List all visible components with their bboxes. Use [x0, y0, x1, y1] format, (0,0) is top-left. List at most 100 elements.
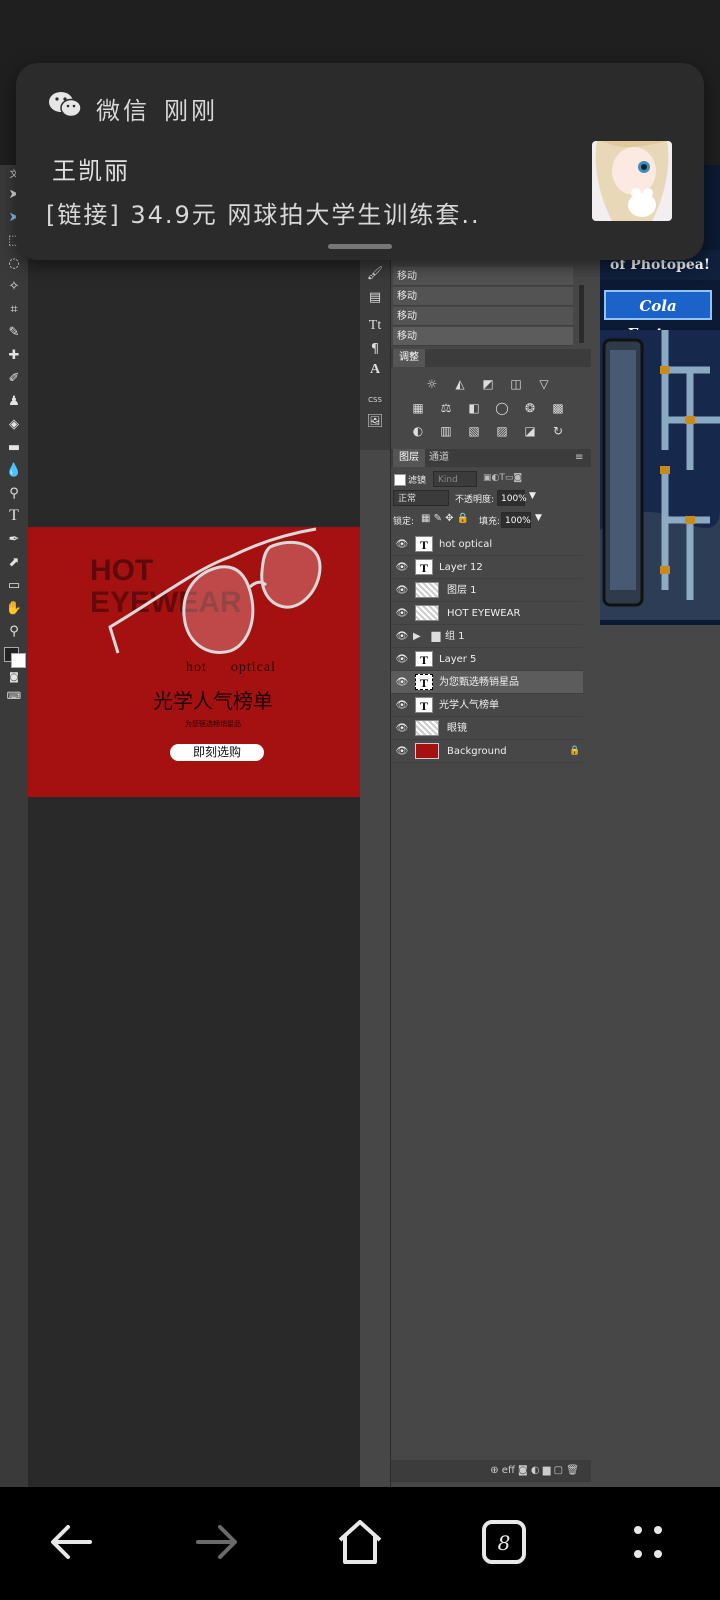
channel-mixer-icon[interactable]: ❂ — [523, 401, 537, 415]
hot-optical-text: hot optical — [186, 660, 300, 676]
layer-row[interactable]: 👁 Background 🔒 — [391, 740, 583, 763]
history-item[interactable]: 移动 — [393, 327, 573, 346]
layer-row[interactable]: 👁 T Layer 12 — [391, 556, 583, 579]
history-panel-icon[interactable]: ▤ — [365, 288, 385, 308]
blur-tool-icon[interactable]: 💧 — [4, 461, 24, 481]
wechat-notification[interactable]: 微信 刚刚 王凯丽 [链接] 34.9元 网球拍大学生训练套.. — [16, 63, 704, 260]
tagline-text: 为您甄选畅销星品 — [185, 720, 241, 728]
gradient-map-icon[interactable]: ▨ — [495, 424, 509, 438]
pen-tool-icon[interactable]: ✒ — [4, 530, 24, 550]
layer-row-selected[interactable]: 👁 T 为您甄选畅销星品 — [391, 671, 583, 694]
dodge-tool-icon[interactable]: ⚲ — [4, 484, 24, 504]
eraser-tool-icon[interactable]: ◈ — [4, 415, 24, 435]
posterize-icon[interactable]: ▥ — [439, 424, 453, 438]
history-item[interactable]: 移动 — [393, 287, 573, 306]
shape-tool-icon[interactable]: ▭ — [4, 576, 24, 596]
image-panel-icon[interactable]: 🖼 — [365, 412, 385, 432]
canvas-area[interactable]: HOT EYEWEAR hot optical 光学人气榜单 为您甄选畅销星品 即… — [28, 165, 360, 1487]
black-white-icon[interactable]: ◧ — [467, 401, 481, 415]
brush-settings-icon[interactable]: 🖌 — [365, 264, 385, 284]
history-scrollbar[interactable] — [579, 285, 584, 343]
opacity-dropdown-icon[interactable]: ▼ — [529, 491, 536, 501]
css-panel-icon[interactable]: CSS — [365, 390, 385, 410]
type-tool-icon[interactable]: T — [4, 507, 24, 527]
layer-row[interactable]: 👁 T 光学人气榜单 — [391, 694, 583, 717]
shop-now-button[interactable]: 即刻选购 — [170, 744, 264, 761]
visibility-eye-icon[interactable]: 👁 — [395, 579, 409, 602]
tab-adjustments[interactable]: 调整 — [393, 349, 425, 367]
path-select-icon[interactable]: ⬈ — [4, 553, 24, 573]
tab-channels[interactable]: 通道 — [423, 449, 455, 467]
visibility-eye-icon[interactable]: 👁 — [395, 671, 409, 694]
keyboard-icon[interactable]: ⌨ — [4, 687, 24, 707]
panel-menu-icon[interactable]: ≡ — [569, 449, 589, 467]
layer-row[interactable]: 👁 T hot optical — [391, 533, 583, 556]
layers-footer-toolbar[interactable]: ⊕ eff ◙ ◐ ▆ ▢ 🗑 — [391, 1460, 591, 1482]
curves-icon[interactable]: ◩ — [481, 377, 495, 391]
folder-icon: ▆ — [431, 630, 441, 642]
visibility-eye-icon[interactable]: 👁 — [395, 648, 409, 671]
filter-kind-select[interactable]: Kind — [433, 471, 477, 487]
visibility-eye-icon[interactable]: 👁 — [395, 717, 409, 740]
filter-type-icons[interactable]: ▣◐T▭◙ — [483, 473, 522, 483]
layer-row[interactable]: 👁 眼镜 — [391, 717, 583, 740]
hand-tool-icon[interactable]: ✋ — [4, 599, 24, 619]
expand-arrow-icon[interactable]: ▶ — [413, 625, 421, 648]
opacity-input[interactable]: 100% — [497, 490, 527, 506]
lock-icon: 🔒 — [569, 746, 581, 756]
lock-options-icons[interactable]: ▦ ✎ ✥ 🔒 — [421, 513, 469, 524]
visibility-eye-icon[interactable]: 👁 — [395, 740, 409, 763]
eyedropper-icon[interactable]: ✎ — [4, 323, 24, 343]
fill-dropdown-icon[interactable]: ▼ — [535, 513, 542, 523]
paragraph-panel-icon[interactable]: ¶ — [365, 340, 385, 360]
exposure-icon[interactable]: ◫ — [509, 377, 523, 391]
document-canvas[interactable]: HOT EYEWEAR hot optical 光学人气榜单 为您甄选畅销星品 即… — [28, 527, 360, 797]
lasso-tool-icon[interactable]: ◌ — [4, 254, 24, 274]
visibility-eye-icon[interactable]: 👁 — [395, 602, 409, 625]
visibility-eye-icon[interactable]: 👁 — [395, 625, 409, 648]
quick-mask-icon[interactable]: ◙ — [4, 668, 24, 688]
fill-input[interactable]: 100% — [501, 512, 531, 528]
glyph-panel-icon[interactable]: A — [365, 362, 385, 382]
layer-row[interactable]: 👁 HOT EYEWEAR — [391, 602, 583, 625]
history-item[interactable]: 移动 — [393, 267, 573, 286]
color-lookup-icon[interactable]: ▩ — [551, 401, 565, 415]
brightness-icon[interactable]: ☼ — [425, 377, 439, 391]
blend-mode-select[interactable]: 正常 — [393, 490, 449, 506]
layer-row[interactable]: 👁 图层 1 — [391, 579, 583, 602]
background-color-swatch[interactable] — [11, 653, 26, 668]
levels-icon[interactable]: ◭ — [453, 377, 467, 391]
ad-title[interactable]: Cola Factory — [604, 290, 712, 343]
notification-drag-handle[interactable] — [328, 244, 392, 249]
selective-color-icon[interactable]: ◪ — [523, 424, 537, 438]
filter-checkbox[interactable] — [394, 474, 406, 486]
zoom-tool-icon[interactable]: ⚲ — [4, 622, 24, 642]
visibility-eye-icon[interactable]: 👁 — [395, 694, 409, 717]
stamp-tool-icon[interactable]: ♟ — [4, 392, 24, 412]
hue-saturation-icon[interactable]: ▦ — [411, 401, 425, 415]
replace-color-icon[interactable]: ↻ — [551, 424, 565, 438]
forward-arrow-icon[interactable] — [186, 1512, 246, 1572]
layer-row[interactable]: 👁 T Layer 5 — [391, 648, 583, 671]
photo-filter-icon[interactable]: ◯ — [495, 401, 509, 415]
tab-layers[interactable]: 图层 — [393, 449, 425, 467]
vibrance-icon[interactable]: ▽ — [537, 377, 551, 391]
gradient-tool-icon[interactable]: ▬ — [4, 438, 24, 458]
layer-name: 眼镜 — [447, 723, 467, 734]
history-item[interactable]: 移动 — [393, 307, 573, 326]
visibility-eye-icon[interactable]: 👁 — [395, 533, 409, 556]
color-balance-icon[interactable]: ⚖ — [439, 401, 453, 415]
brush-tool-icon[interactable]: ✐ — [4, 369, 24, 389]
character-panel-icon[interactable]: Tt — [365, 318, 385, 338]
invert-icon[interactable]: ◐ — [411, 424, 425, 438]
crop-tool-icon[interactable]: ⌗ — [4, 300, 24, 320]
layer-row[interactable]: 👁 ▶ ▆ 组 1 — [391, 625, 583, 648]
healing-brush-icon[interactable]: ✚ — [4, 346, 24, 366]
magic-wand-icon[interactable]: ✧ — [4, 277, 24, 297]
home-icon[interactable] — [330, 1512, 390, 1572]
threshold-icon[interactable]: ▧ — [467, 424, 481, 438]
back-arrow-icon[interactable] — [42, 1512, 102, 1572]
tabs-count-icon[interactable]: 8 — [474, 1512, 534, 1572]
menu-dots-icon[interactable] — [618, 1512, 678, 1572]
visibility-eye-icon[interactable]: 👁 — [395, 556, 409, 579]
